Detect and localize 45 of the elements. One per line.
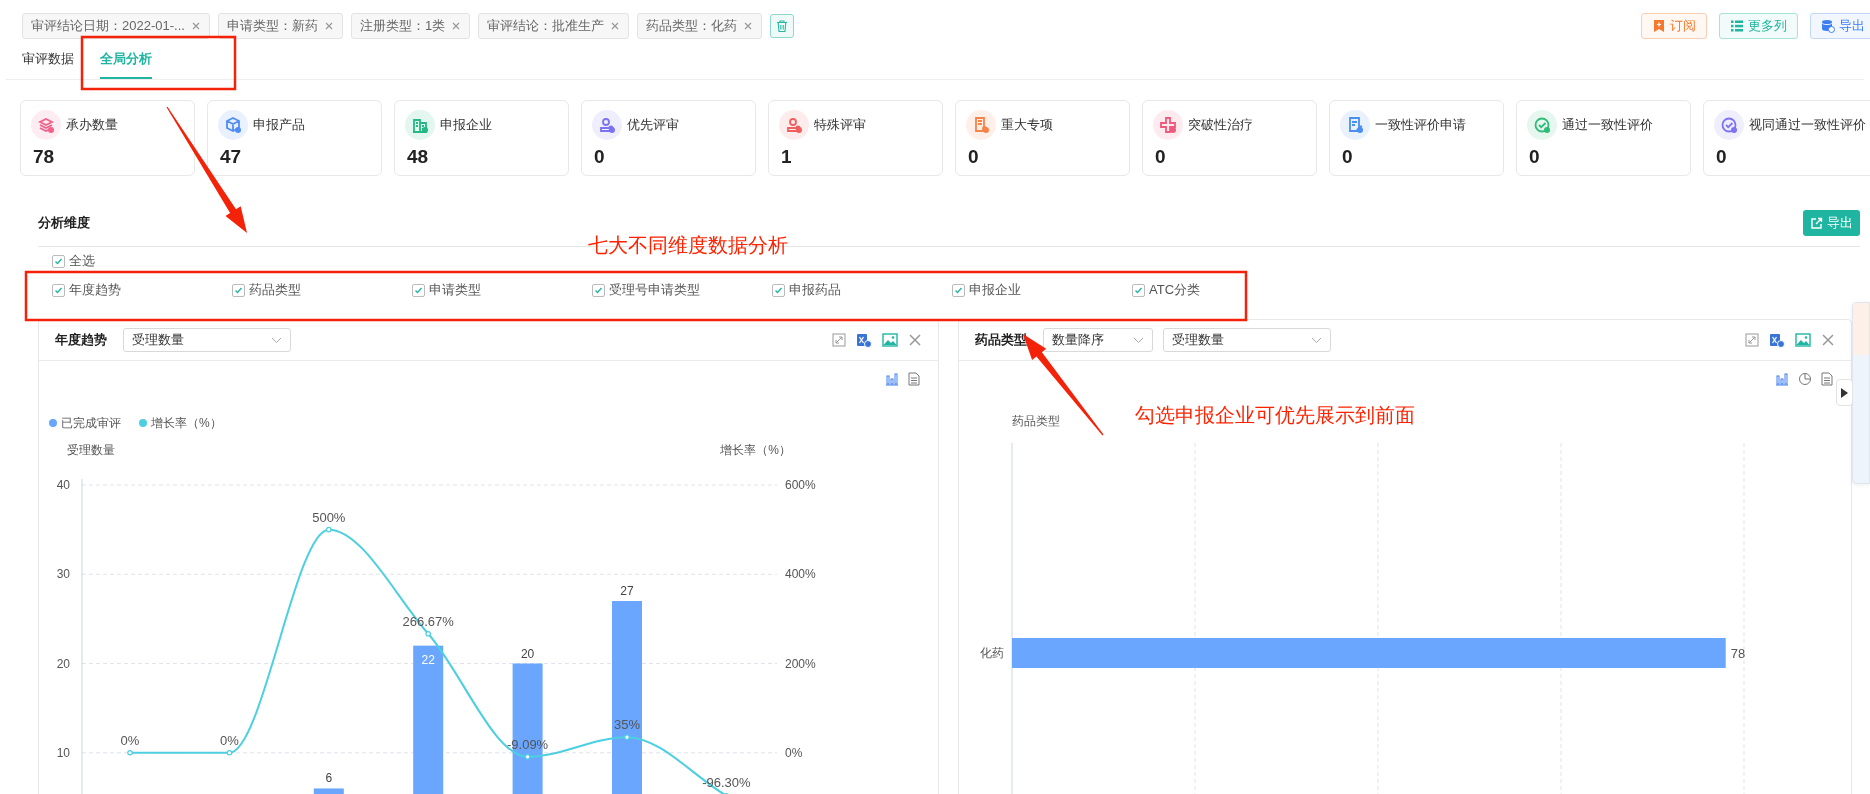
chart-title: 年度趋势 xyxy=(55,331,107,349)
stat-value: 0 xyxy=(1529,146,1541,168)
section-title: 分析维度 xyxy=(38,214,90,232)
stat-value: 0 xyxy=(1716,146,1728,168)
data-label: 0% xyxy=(120,732,140,748)
data-label: 78 xyxy=(1730,646,1746,661)
axis-tick-label: 10 xyxy=(56,745,70,760)
axis-tick-label: 40 xyxy=(56,478,70,492)
axis-tick-label: 200% xyxy=(785,656,816,671)
stat-label: 重大专项 xyxy=(1001,116,1053,134)
stat-value: 47 xyxy=(220,146,243,168)
axis-tick-label: 20 xyxy=(56,656,70,671)
stat-value: 48 xyxy=(407,146,430,168)
axis-title: 药品类型 xyxy=(1012,414,1060,428)
data-label: 27 xyxy=(620,584,634,599)
stat-label: 申报产品 xyxy=(253,116,305,134)
stat-label: 承办数量 xyxy=(66,116,118,134)
category-label: 化药 xyxy=(980,646,1004,660)
data-label: 500% xyxy=(312,509,346,525)
stat-value: 0 xyxy=(968,146,980,168)
stat-value: 0 xyxy=(1155,146,1167,168)
axis-tick-label: 400% xyxy=(785,567,816,582)
stat-label: 视同通过一致性评价 xyxy=(1749,116,1866,134)
data-label: 22 xyxy=(421,652,435,667)
data-label: 35% xyxy=(614,717,640,733)
stat-label: 特殊评审 xyxy=(814,116,866,134)
axis-tick-label: 0% xyxy=(785,745,803,760)
annotation-text: 勾选申报企业可优先展示到前面 xyxy=(1135,403,1415,428)
annotation-text: 七大不同维度数据分析 xyxy=(588,233,788,258)
stat-label: 优先评审 xyxy=(627,116,679,134)
axis-tick-label: 30 xyxy=(56,567,70,582)
data-label: 0% xyxy=(220,732,239,748)
stat-value: 0 xyxy=(1342,146,1354,168)
stat-label: 申报企业 xyxy=(440,116,492,134)
stat-label: 通过一致性评价 xyxy=(1562,116,1653,134)
data-label: 20 xyxy=(520,646,535,661)
stat-value: 78 xyxy=(33,146,56,168)
axis-tick-label: 600% xyxy=(785,478,816,492)
stat-value: 0 xyxy=(594,146,606,168)
stat-value: 1 xyxy=(781,146,793,168)
data-label: 6 xyxy=(325,771,333,786)
stat-label: 突破性治疗 xyxy=(1188,116,1253,134)
stat-label: 一致性评价申请 xyxy=(1375,116,1466,134)
axis-title: 受理数量 xyxy=(67,443,115,457)
axis-title: 增长率（%） xyxy=(720,443,791,457)
